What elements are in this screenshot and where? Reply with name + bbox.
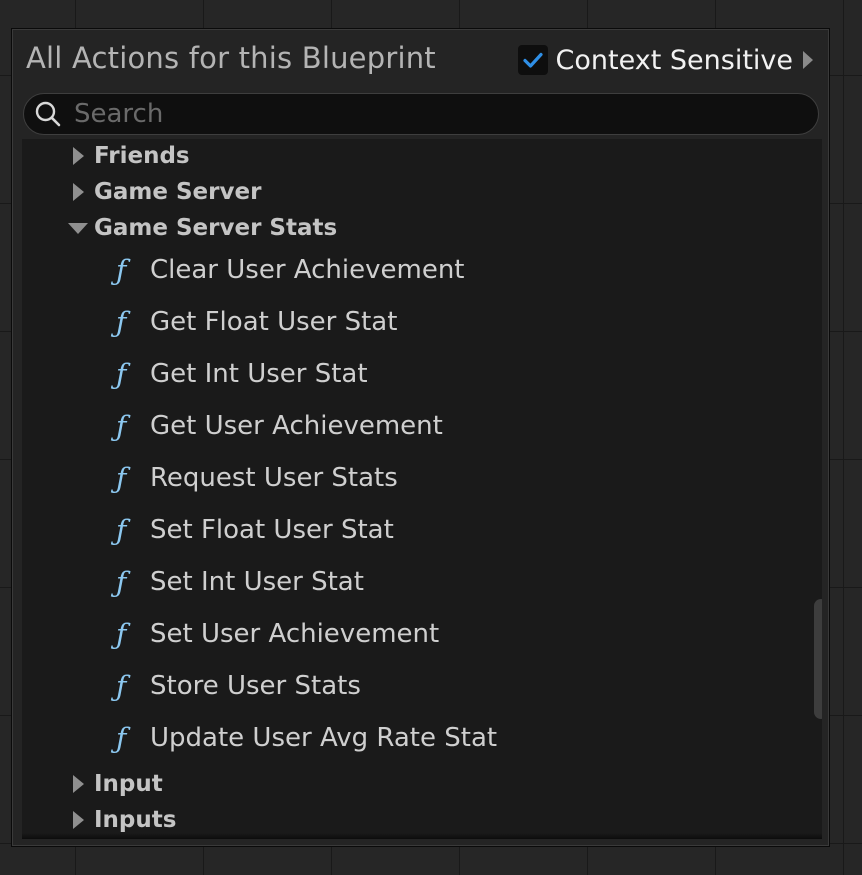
function-icon: ƒ [116,514,127,547]
context-sensitive-label: Context Sensitive [555,44,793,76]
category-label: Game Server [94,179,262,205]
tree-item-update-user-avg-rate-stat[interactable]: ƒ Update User Avg Rate Stat [22,717,782,761]
search-icon [34,100,62,128]
expand-arrow-icon[interactable] [73,183,84,201]
function-icon: ƒ [116,306,127,339]
item-label: Get Int User Stat [150,359,368,389]
item-label: Set User Achievement [150,619,440,649]
item-label: Set Float User Stat [150,515,394,545]
category-label: Game Server Stats [94,215,338,241]
tree-category-game-server[interactable]: Game Server [22,175,782,209]
scrollbar-thumb[interactable] [814,599,822,719]
tree-category-game-server-stats[interactable]: Game Server Stats [22,211,782,245]
scroll-shadow [22,833,822,839]
function-icon: ƒ [116,722,127,755]
tree-item-request-user-stats[interactable]: ƒ Request User Stats [22,457,782,501]
item-label: Get Float User Stat [150,307,398,337]
action-tree: Friends Game Server Game Server Stats ƒ … [22,139,822,839]
tree-category-input[interactable]: Input [22,767,782,801]
checkmark-icon [522,52,543,68]
tree-item-get-user-achievement[interactable]: ƒ Get User Achievement [22,405,782,449]
tree-item-store-user-stats[interactable]: ƒ Store User Stats [22,665,782,709]
item-label: Set Int User Stat [150,567,364,597]
function-icon: ƒ [116,410,127,443]
panel-title: All Actions for this Blueprint [26,41,436,75]
item-label: Get User Achievement [150,411,443,441]
function-icon: ƒ [116,462,127,495]
tree-item-get-float-user-stat[interactable]: ƒ Get Float User Stat [22,301,782,345]
item-label: Store User Stats [150,671,361,701]
item-label: Request User Stats [150,463,398,493]
category-label: Friends [94,143,190,169]
tree-item-set-user-achievement[interactable]: ƒ Set User Achievement [22,613,782,657]
collapse-arrow-icon[interactable] [68,223,88,234]
context-sensitive-checkbox[interactable] [517,45,548,75]
tree-category-friends[interactable]: Friends [22,139,782,173]
function-icon: ƒ [116,254,127,287]
tree-item-set-int-user-stat[interactable]: ƒ Set Int User Stat [22,561,782,605]
function-icon: ƒ [116,618,127,651]
search-input[interactable] [74,99,818,129]
tree-category-inputs[interactable]: Inputs [22,803,782,837]
tree-item-clear-user-achievement[interactable]: ƒ Clear User Achievement [22,249,782,293]
tree-item-get-int-user-stat[interactable]: ƒ Get Int User Stat [22,353,782,397]
item-label: Update User Avg Rate Stat [150,723,498,753]
item-label: Clear User Achievement [150,255,465,285]
search-box[interactable] [23,93,819,135]
tree-item-set-float-user-stat[interactable]: ƒ Set Float User Stat [22,509,782,553]
expand-arrow-icon[interactable] [73,811,84,829]
expand-arrow-icon[interactable] [73,147,84,165]
category-label: Input [94,771,163,797]
category-label: Inputs [94,807,177,833]
function-icon: ƒ [116,566,127,599]
context-sensitive-toggle[interactable]: Context Sensitive [517,43,813,77]
expand-arrow-icon[interactable] [73,775,84,793]
function-icon: ƒ [116,358,127,391]
chevron-right-icon[interactable] [803,51,813,69]
action-menu-panel: All Actions for this Blueprint Context S… [11,28,830,847]
function-icon: ƒ [116,670,127,703]
